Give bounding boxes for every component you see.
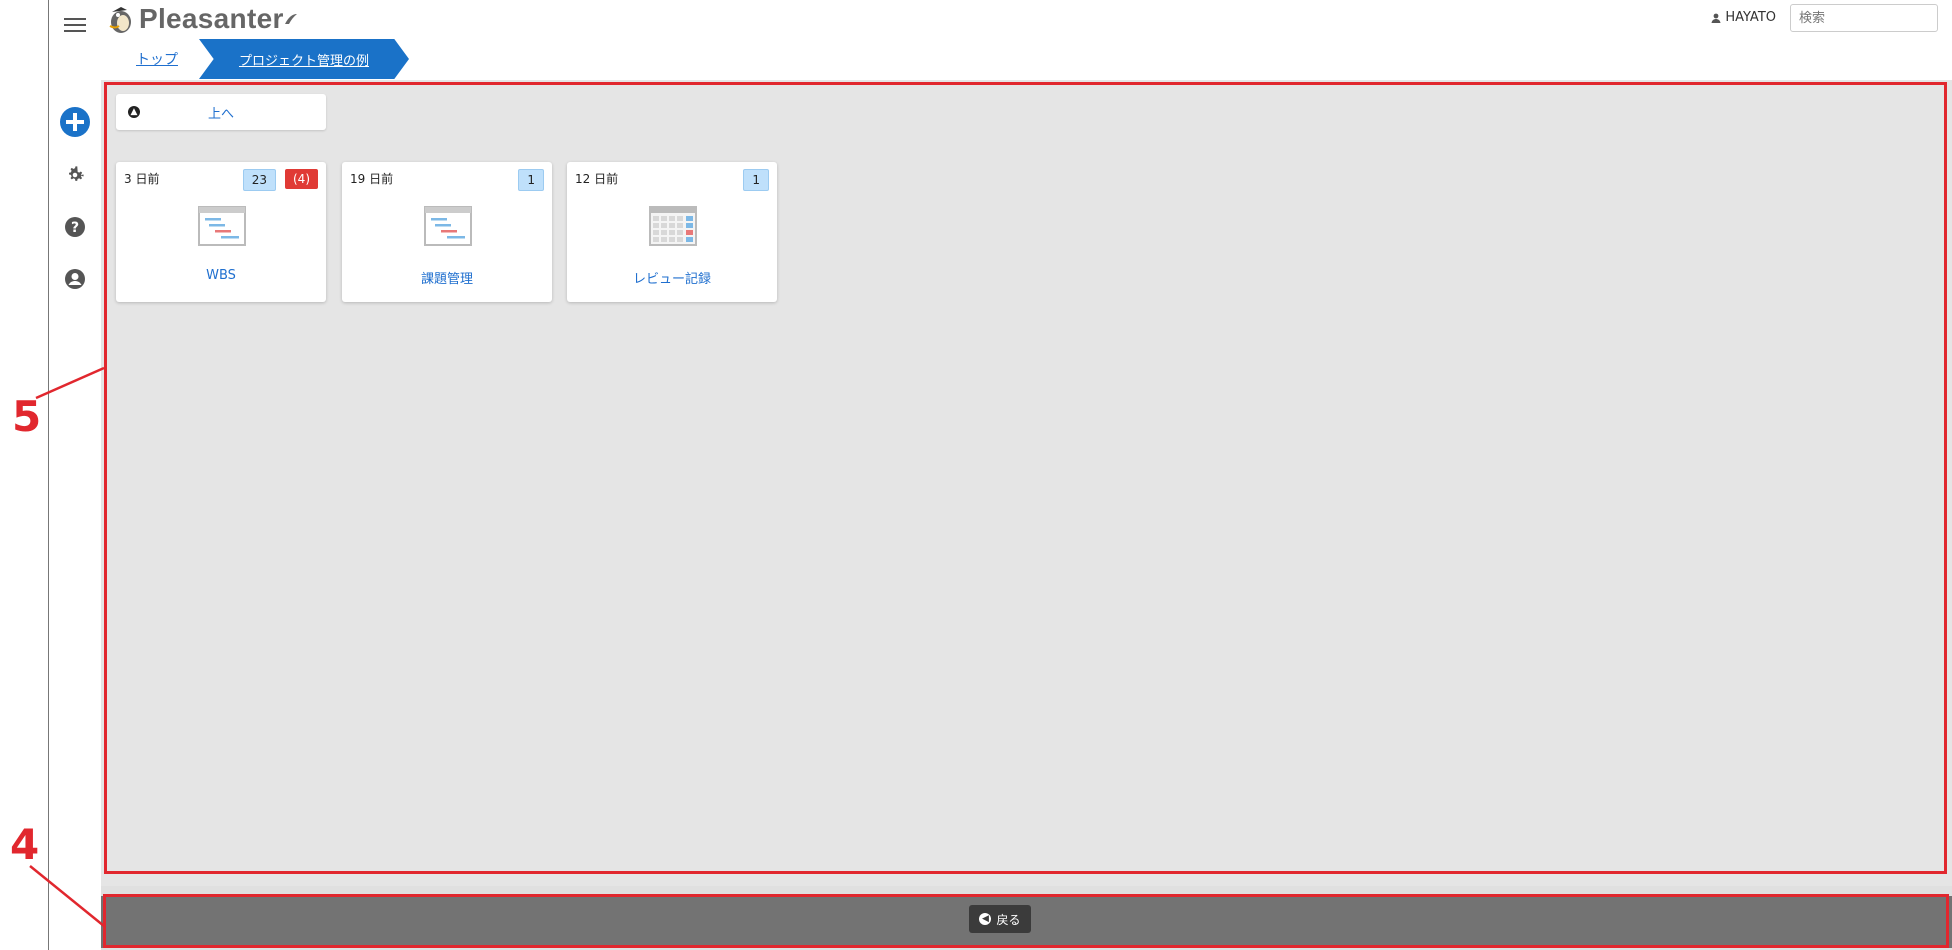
main-area: Pleasanter HAYATO トップ プロジェクト管理の例 ▲ 上へ 3 … <box>101 0 1952 950</box>
back-button-label: 戻る <box>996 912 1021 927</box>
count-badge: 23 <box>242 169 276 191</box>
logo-swoosh-icon <box>284 14 297 24</box>
annotation-label-5: 5 <box>12 392 42 441</box>
svg-text:?: ? <box>71 220 79 236</box>
arrow-up-icon: ▲ <box>128 106 140 118</box>
person-icon <box>1711 13 1721 23</box>
card-updated-time: 19 日前 <box>350 172 394 186</box>
count-badge: 1 <box>743 169 769 191</box>
card-title: 課題管理 <box>420 272 473 287</box>
search-input[interactable] <box>1790 4 1938 32</box>
help-icon[interactable]: ? <box>49 207 101 247</box>
gantt-icon <box>424 206 472 246</box>
user-menu[interactable]: HAYATO <box>1711 10 1776 25</box>
arrow-left-icon: ◀ <box>979 913 992 925</box>
gantt-icon <box>198 206 246 246</box>
card-title: レビュー記録 <box>632 272 711 287</box>
table-icon <box>649 206 697 246</box>
gear-icon[interactable] <box>49 155 101 195</box>
header: Pleasanter HAYATO <box>101 0 1952 39</box>
breadcrumb-current[interactable]: プロジェクト管理の例 <box>199 39 409 79</box>
card-updated-time: 3 日前 <box>124 172 160 186</box>
card-updated-time: 12 日前 <box>575 172 619 186</box>
up-button[interactable]: ▲ 上へ <box>116 94 326 130</box>
overdue-badge: (4) <box>285 169 318 189</box>
card-title: WBS <box>206 268 236 283</box>
count-badge: 1 <box>518 169 544 191</box>
breadcrumb-top-link[interactable]: トップ <box>136 49 178 69</box>
annotation-label-4: 4 <box>10 820 40 869</box>
up-button-label: 上へ <box>207 106 234 122</box>
breadcrumb: トップ プロジェクト管理の例 <box>101 38 1952 80</box>
menu-icon[interactable] <box>49 5 101 45</box>
site-card-review[interactable]: 12 日前 1 レビュー記録 <box>567 162 777 302</box>
add-icon[interactable] <box>49 102 101 142</box>
sidebar: ? <box>48 0 102 950</box>
back-button[interactable]: ◀ 戻る <box>969 905 1031 933</box>
bird-logo-icon <box>109 7 131 33</box>
site-content: ▲ 上へ 3 日前 23 (4) WBS 19 日前 1 課題管理 12 日前 … <box>101 80 1952 886</box>
breadcrumb-current-label: プロジェクト管理の例 <box>238 53 369 69</box>
site-card-wbs[interactable]: 3 日前 23 (4) WBS <box>116 162 326 302</box>
logo[interactable]: Pleasanter <box>107 3 298 35</box>
logo-text: Pleasanter <box>139 3 284 34</box>
user-icon[interactable] <box>49 259 101 299</box>
site-card-issues[interactable]: 19 日前 1 課題管理 <box>342 162 552 302</box>
user-name: HAYATO <box>1725 10 1776 25</box>
